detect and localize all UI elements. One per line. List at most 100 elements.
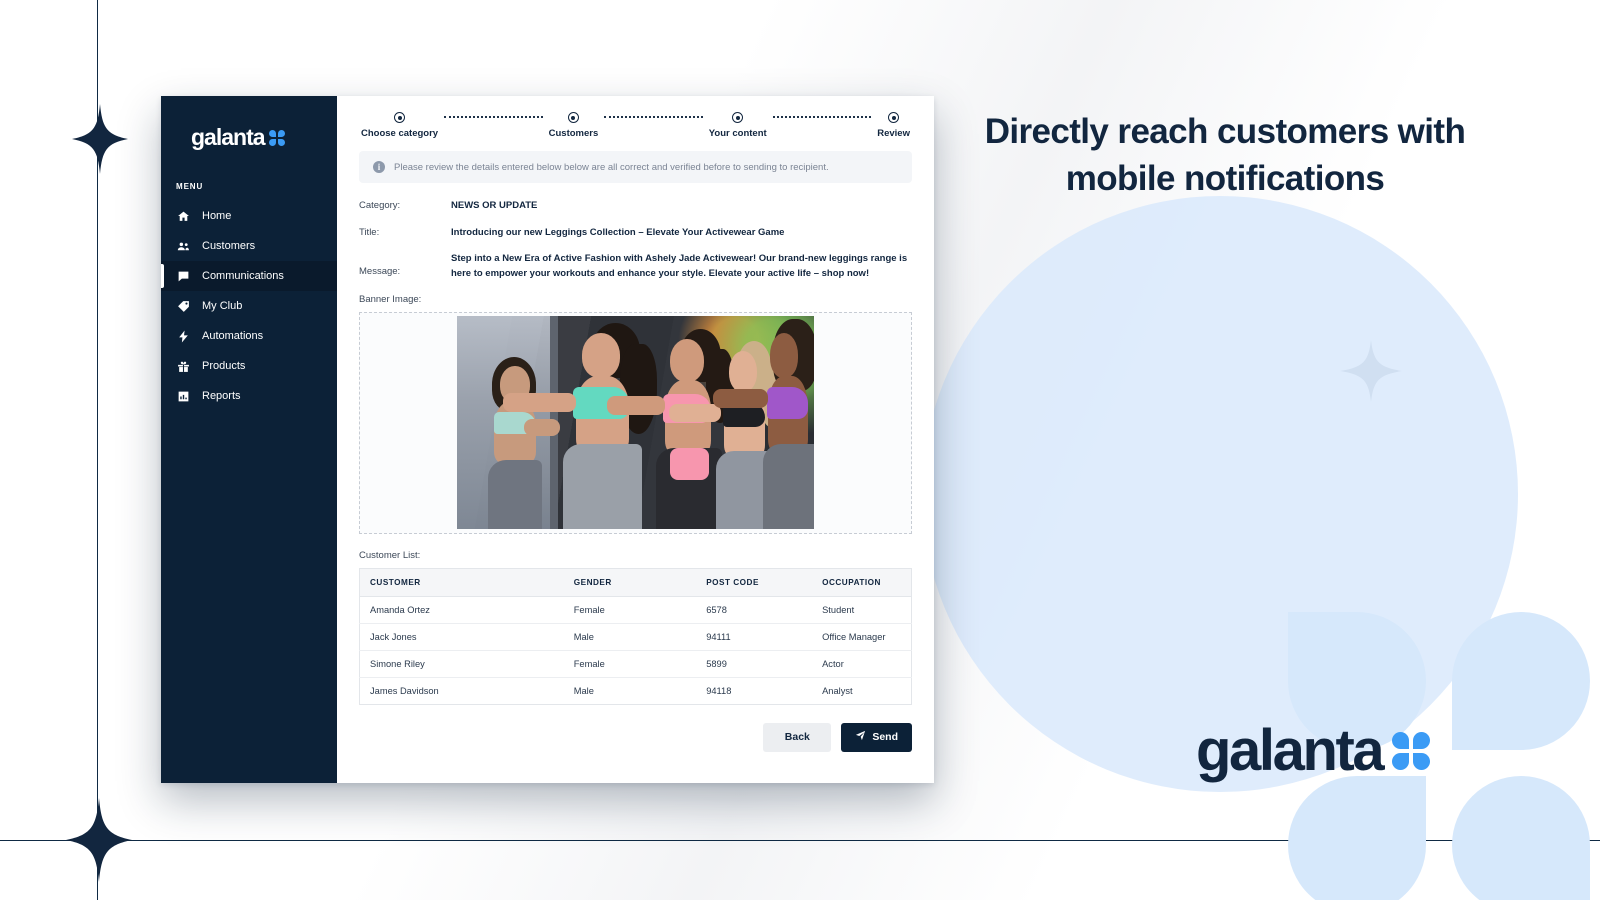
sidebar-item-label: My Club — [202, 299, 243, 312]
table-header-row: CUSTOMER GENDER POST CODE OCCUPATION — [359, 568, 912, 597]
sidebar-logo-text: galanta — [191, 124, 266, 150]
lightning-bolt-icon — [176, 329, 190, 343]
bar-chart-icon — [176, 389, 190, 403]
cell-gender: Female — [563, 650, 697, 678]
step-label: Your content — [708, 128, 767, 139]
table-row[interactable]: Jack Jones Male 94111 Office Manager — [359, 623, 912, 651]
decorative-petal-shape — [1452, 776, 1590, 900]
app-window: galanta MENU Home Customers Communicatio… — [161, 96, 934, 783]
sidebar: galanta MENU Home Customers Communicatio… — [161, 96, 337, 783]
back-button[interactable]: Back — [763, 722, 832, 752]
sidebar-item-label: Home — [202, 209, 232, 222]
step-connector — [604, 116, 703, 127]
main-content: Choose category Customers Your content R… — [337, 96, 934, 783]
sidebar-item-automations[interactable]: Automations — [161, 321, 337, 351]
sidebar-item-label: Reports — [202, 389, 241, 402]
sidebar-logo[interactable]: galanta — [161, 126, 337, 149]
sidebar-nav: Home Customers Communications My Club Au… — [161, 201, 337, 411]
step-bullet-icon — [732, 112, 744, 123]
step-customers[interactable]: Customers — [548, 112, 599, 139]
column-header-post-code: POST CODE — [696, 568, 813, 597]
paper-plane-icon — [855, 730, 866, 744]
table-row[interactable]: James Davidson Male 94118 Analyst — [360, 677, 912, 704]
cell-occupation: Actor — [812, 650, 912, 678]
banner-image-dropzone[interactable] — [359, 311, 912, 534]
column-header-customer: CUSTOMER — [359, 568, 564, 597]
chat-bubble-icon — [176, 269, 190, 283]
cell-post-code: 6578 — [696, 596, 813, 624]
step-your-content[interactable]: Your content — [709, 112, 767, 139]
send-button-label: Send — [872, 731, 898, 744]
review-details: Category: NEWS OR UPDATE Title: Introduc… — [359, 199, 912, 282]
customer-list-label: Customer List: — [359, 549, 421, 561]
cell-occupation: Student — [812, 596, 912, 624]
cell-customer: Jack Jones — [359, 623, 564, 651]
sidebar-item-label: Automations — [202, 329, 264, 342]
sparkle-star-icon-top-left — [72, 104, 128, 174]
cell-gender: Female — [563, 596, 697, 624]
page-canvas: Directly reach customers with mobile not… — [0, 0, 1600, 900]
cell-post-code: 94111 — [696, 623, 813, 651]
wizard-stepper: Choose category Customers Your content R… — [359, 112, 912, 139]
cell-occupation: Office Manager — [812, 623, 912, 651]
table-row[interactable]: Amanda Ortez Female 6578 Student — [359, 596, 912, 624]
cell-gender: Male — [573, 685, 594, 696]
sidebar-item-products[interactable]: Products — [161, 351, 337, 381]
cell-customer: James Davidson — [370, 685, 439, 696]
sidebar-item-label: Products — [202, 359, 246, 372]
detail-label: Category: — [359, 200, 401, 211]
sidebar-item-customers[interactable]: Customers — [161, 231, 337, 261]
sidebar-section-label: MENU — [176, 182, 204, 191]
banner-image-preview — [457, 316, 814, 530]
home-icon — [176, 209, 190, 223]
four-dot-logo-icon — [268, 129, 285, 146]
tag-icon — [176, 299, 190, 313]
step-connector — [444, 116, 543, 127]
people-icon — [176, 239, 190, 253]
sidebar-item-reports[interactable]: Reports — [161, 381, 337, 411]
step-label: Review — [877, 128, 910, 139]
info-banner: i Please review the details entered belo… — [359, 151, 912, 183]
sidebar-item-my-club[interactable]: My Club — [161, 291, 337, 321]
step-bullet-icon — [567, 112, 579, 123]
step-bullet-icon — [394, 112, 406, 123]
wizard-actions: Back Send — [359, 722, 912, 752]
marketing-headline: Directly reach customers with mobile not… — [984, 112, 1466, 199]
info-circle-icon: i — [373, 161, 385, 173]
detail-row-message: Message: Step into a New Era of Active F… — [359, 252, 912, 281]
cell-customer: Amanda Ortez — [359, 596, 564, 624]
decorative-circle-blob — [922, 196, 1518, 792]
brand-logo: galanta — [1196, 718, 1431, 783]
step-label: Customers — [548, 128, 599, 139]
sparkle-star-icon-bottom-left — [66, 798, 132, 882]
sidebar-item-label: Customers — [202, 239, 256, 252]
detail-row-title: Title: Introducing our new Leggings Coll… — [359, 226, 912, 241]
step-choose-category[interactable]: Choose category — [361, 112, 438, 139]
detail-value-message: Step into a New Era of Active Fashion wi… — [451, 253, 908, 280]
brand-logo-text: galanta — [1196, 718, 1385, 783]
detail-value-title: Introducing our new Leggings Collection … — [451, 226, 785, 238]
cell-post-code: 5899 — [696, 650, 813, 678]
customer-list-table: CUSTOMER GENDER POST CODE OCCUPATION Ama… — [359, 567, 912, 705]
detail-row-category: Category: NEWS OR UPDATE — [359, 199, 912, 214]
step-review[interactable]: Review — [877, 112, 910, 139]
gift-icon — [176, 359, 190, 373]
detail-label: Message: — [359, 266, 401, 278]
decorative-petal-shape — [1452, 612, 1590, 750]
send-button[interactable]: Send — [841, 722, 912, 752]
sidebar-item-home[interactable]: Home — [161, 201, 337, 231]
cell-customer: Simone Riley — [359, 650, 564, 678]
column-header-gender: GENDER — [563, 568, 697, 597]
step-label: Choose category — [361, 128, 439, 139]
detail-value-category: NEWS OR UPDATE — [451, 200, 538, 211]
sidebar-item-label: Communications — [202, 269, 284, 282]
decorative-petal-shape — [1288, 776, 1426, 900]
table-row[interactable]: Simone Riley Female 5899 Actor — [359, 650, 912, 678]
cell-occupation: Analyst — [822, 685, 853, 696]
cell-post-code: 94118 — [706, 685, 732, 696]
step-connector — [772, 116, 872, 127]
sidebar-item-communications[interactable]: Communications — [161, 261, 337, 291]
column-header-occupation: OCCUPATION — [812, 568, 912, 597]
detail-label: Title: — [359, 226, 380, 238]
info-banner-text: Please review the details entered below … — [394, 161, 829, 173]
